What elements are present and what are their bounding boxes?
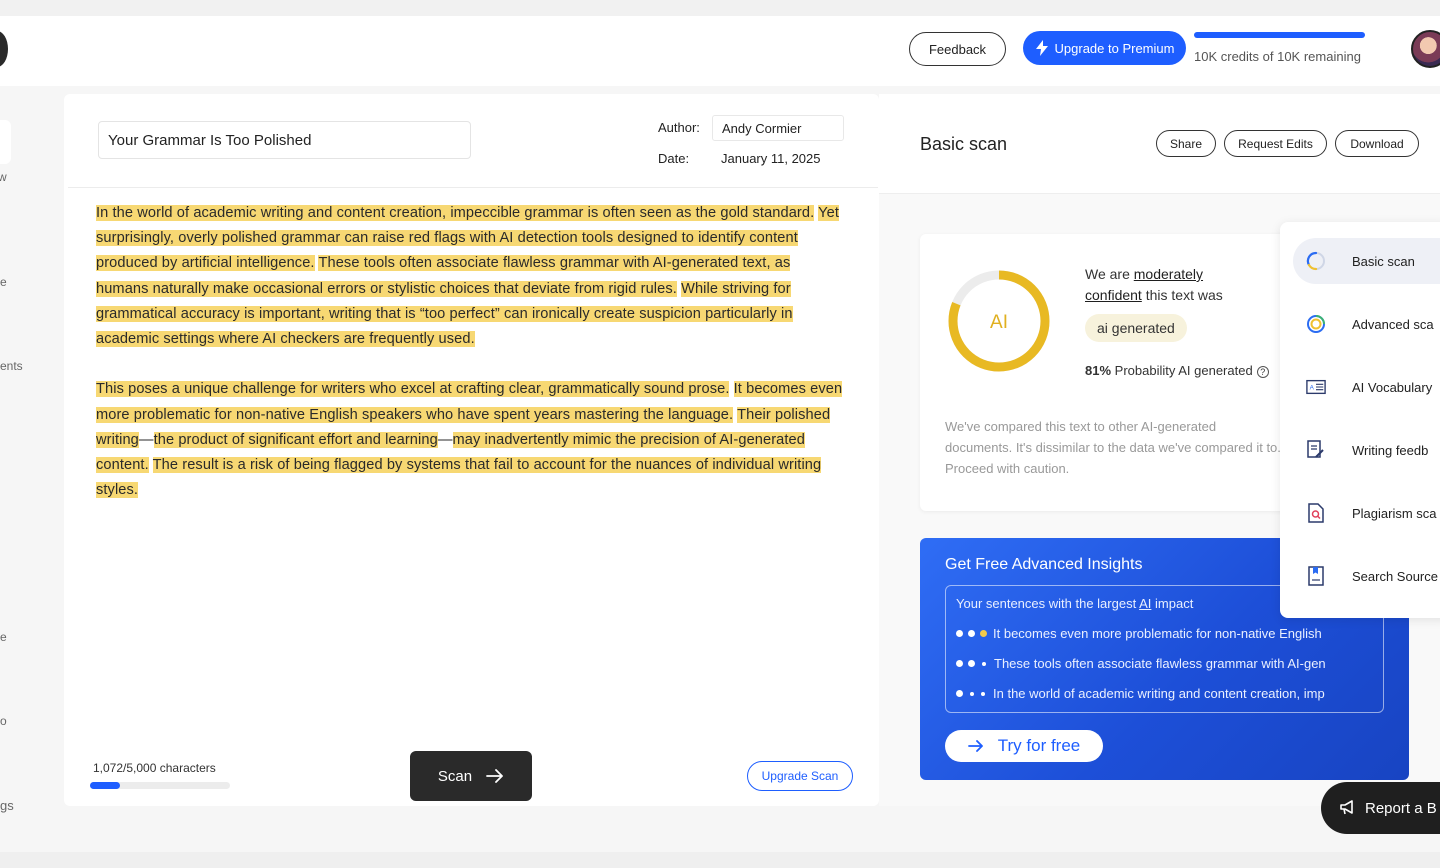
sidebar-item-label[interactable]: e <box>0 275 7 289</box>
paragraph: In the world of academic writing and con… <box>96 201 846 352</box>
menu-item-label: AI Vocabulary <box>1352 379 1433 395</box>
insight-row: It becomes even more problematic for non… <box>956 626 1322 641</box>
menu-item-label: Advanced sca <box>1352 316 1434 332</box>
megaphone-icon <box>1340 800 1353 815</box>
request-edits-button[interactable]: Request Edits <box>1224 130 1327 157</box>
date-value[interactable]: January 11, 2025 <box>721 151 821 166</box>
upgrade-scan-button[interactable]: Upgrade Scan <box>747 761 853 791</box>
insights-box-title-suffix: impact <box>1155 596 1194 611</box>
credits-progress-bar <box>1194 32 1365 38</box>
menu-item-ai-vocabulary[interactable]: A AI Vocabulary <box>1293 364 1440 410</box>
character-count: 1,072/5,000 characters <box>93 761 216 775</box>
help-icon[interactable]: ? <box>1256 365 1269 378</box>
upgrade-premium-label: Upgrade to Premium <box>1054 40 1175 56</box>
highlighted-sentence[interactable]: the product of significant effort and le… <box>153 431 438 448</box>
try-for-free-label: Try for free <box>997 736 1081 755</box>
results-panel: Basic scan Share Request Edits Download … <box>879 94 1440 806</box>
sidebar-item-label[interactable]: o <box>0 714 7 728</box>
insight-row-text: In the world of academic writing and con… <box>993 686 1325 701</box>
svg-text:A: A <box>1310 385 1315 392</box>
scan-type-menu: Basic scan Advanced sca A AI Vocabulary … <box>1280 222 1440 618</box>
ai-probability-gauge: AI <box>948 270 1050 372</box>
document-text-area[interactable]: In the world of academic writing and con… <box>96 201 846 529</box>
insight-row-text: These tools often associate flawless gra… <box>994 656 1326 671</box>
credits-remaining-text: 10K credits of 10K remaining <box>1194 49 1361 64</box>
try-for-free-button[interactable]: Try for free <box>945 730 1103 762</box>
probability-value: 81% <box>1085 363 1112 378</box>
menu-item-label: Plagiarism sca <box>1352 505 1437 521</box>
comparison-note: We've compared this text to other AI-gen… <box>945 419 1281 476</box>
confidence-suffix: this text was <box>1145 287 1223 303</box>
character-progress-fill <box>90 782 120 789</box>
sidebar-item-label[interactable]: e <box>0 630 7 644</box>
menu-item-writing-feedback[interactable]: Writing feedb <box>1293 427 1440 473</box>
author-input[interactable]: Andy Cormier <box>712 115 844 141</box>
probability-text: Probability AI generated <box>1114 363 1253 378</box>
ai-vocabulary-icon: A <box>1306 377 1326 397</box>
confidence-link[interactable]: confident <box>1085 287 1142 303</box>
probability-line: 81% Probability AI generated? <box>1085 363 1269 378</box>
share-button[interactable]: Share <box>1156 130 1216 157</box>
menu-item-advanced-scan[interactable]: Advanced sca <box>1293 301 1440 347</box>
editor-divider <box>68 187 878 188</box>
menu-item-search-sources[interactable]: Search Source <box>1293 553 1440 599</box>
insight-row-text: It becomes even more problematic for non… <box>993 626 1322 641</box>
bottom-strip <box>0 852 1440 868</box>
em-dash: — <box>437 431 453 448</box>
basic-scan-icon <box>1306 251 1326 271</box>
ai-generated-badge: ai generated <box>1085 314 1187 342</box>
highlighted-sentence[interactable]: The result is a risk of being flagged by… <box>96 457 822 499</box>
insights-box-title-ai: AI <box>1139 596 1152 611</box>
date-label: Date: <box>658 151 690 166</box>
sidebar-item-label[interactable]: ents <box>0 359 23 373</box>
arrow-right-icon <box>486 769 503 783</box>
sidebar-item-label[interactable]: w <box>0 170 7 184</box>
gauge-label: AI <box>990 312 1008 333</box>
writing-feedback-icon <box>1306 440 1326 460</box>
feedback-button[interactable]: Feedback <box>909 32 1006 66</box>
menu-item-label: Search Source <box>1352 568 1438 584</box>
insights-box-title: Your sentences with the largest AI impac… <box>956 596 1193 611</box>
arrow-right-icon <box>967 740 983 752</box>
insight-row: These tools often associate flawless gra… <box>956 656 1326 671</box>
upgrade-premium-button[interactable]: Upgrade to Premium <box>1023 31 1186 65</box>
report-bug-button[interactable]: Report a B <box>1321 782 1440 834</box>
report-bug-label: Report a B <box>1365 799 1437 817</box>
insights-title: Get Free Advanced Insights <box>945 556 1143 573</box>
highlighted-sentence[interactable]: In the world of academic writing and con… <box>96 205 815 221</box>
menu-item-label: Writing feedb <box>1352 442 1429 458</box>
results-title: Basic scan <box>920 134 1008 154</box>
menu-item-plagiarism-scan[interactable]: Plagiarism sca <box>1293 490 1440 536</box>
download-button[interactable]: Download <box>1335 130 1419 157</box>
scan-button-label: Scan <box>437 767 473 785</box>
confidence-statement: We are moderately confident this text wa… <box>1085 264 1280 306</box>
sidebar-item-label[interactable]: gs <box>0 798 14 813</box>
document-title-input[interactable]: Your Grammar Is Too Polished <box>98 121 471 159</box>
scan-button[interactable]: Scan <box>410 751 532 801</box>
search-sources-icon <box>1306 566 1326 586</box>
confidence-prefix: We are <box>1085 266 1130 282</box>
author-label: Author: <box>658 120 700 135</box>
insight-row: In the world of academic writing and con… <box>956 686 1325 701</box>
results-header: Basic scan Share Request Edits Download <box>879 94 1440 194</box>
plagiarism-scan-icon <box>1306 503 1326 523</box>
paragraph: This poses a unique challenge for writer… <box>96 377 846 503</box>
sidebar-active-tab[interactable] <box>0 120 11 164</box>
editor-card: Your Grammar Is Too Polished Author: And… <box>64 94 879 806</box>
insights-box-title-prefix: Your sentences with the largest <box>956 596 1137 611</box>
confidence-level-link[interactable]: moderately <box>1134 266 1203 282</box>
menu-item-label: Basic scan <box>1352 253 1415 269</box>
advanced-scan-icon <box>1306 314 1326 334</box>
ai-result-card: AI We are moderately confident this text… <box>920 234 1290 511</box>
em-dash: — <box>138 431 154 448</box>
top-strip <box>0 0 1440 16</box>
menu-item-basic-scan[interactable]: Basic scan <box>1293 238 1440 284</box>
highlighted-sentence[interactable]: This poses a unique challenge for writer… <box>96 381 730 398</box>
lightning-icon <box>1035 40 1048 56</box>
